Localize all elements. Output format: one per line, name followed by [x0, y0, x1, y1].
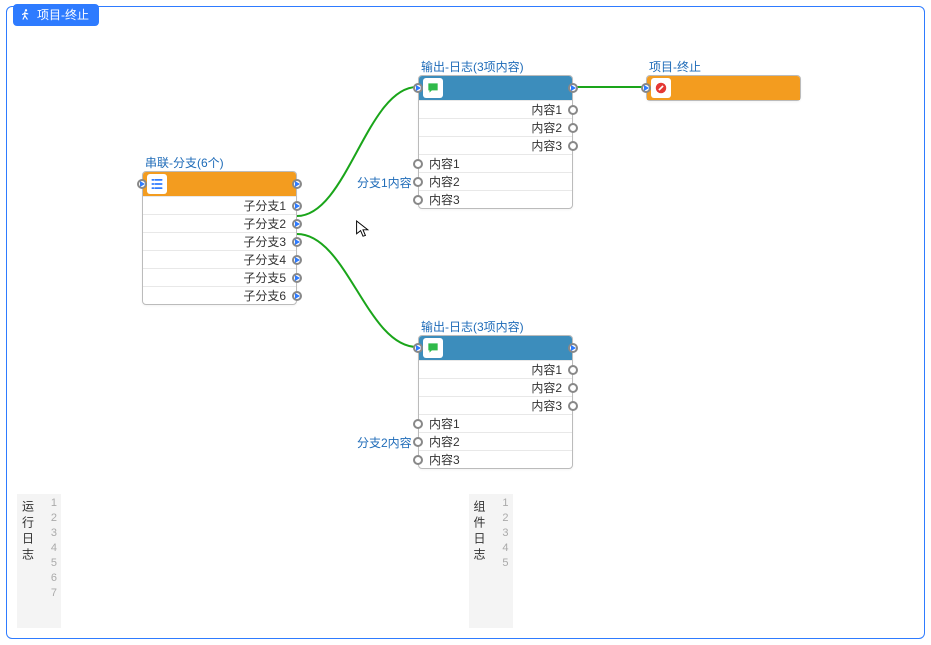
branch-port[interactable] [292, 273, 302, 283]
chat-icon [423, 78, 443, 98]
branch-port[interactable] [292, 255, 302, 265]
component-log-panel[interactable]: 组件日志 12345 [469, 494, 915, 628]
node-header[interactable] [647, 76, 800, 100]
output-port[interactable] [568, 83, 578, 93]
input-port[interactable] [641, 83, 651, 93]
branch-row[interactable]: 子分支3 [143, 232, 296, 250]
branch-port[interactable] [292, 219, 302, 229]
node-title: 输出-日志(3项内容) [419, 58, 524, 75]
node-serial-branch[interactable]: 串联-分支(6个) 子分支1 子分支2 子分支3 子分支4 子分支5 子分支6 [142, 171, 297, 305]
node-title: 串联-分支(6个) [143, 154, 224, 171]
node-project-terminate[interactable]: 项目-终止 [646, 75, 801, 101]
log-panels: 运行日志 1234567 组件日志 12345 [17, 494, 914, 628]
content-port[interactable] [568, 123, 578, 133]
run-log-panel[interactable]: 运行日志 1234567 [17, 494, 463, 628]
line-gutter: 1234567 [39, 494, 61, 628]
output-port[interactable] [568, 343, 578, 353]
content-row: 内容2 [419, 432, 572, 450]
branch-row[interactable]: 子分支5 [143, 268, 296, 286]
branch-row[interactable]: 子分支4 [143, 250, 296, 268]
node-title: 项目-终止 [647, 58, 701, 75]
component-log-label: 组件日志 [469, 494, 491, 628]
workflow-frame: 项目-终止 串联-分支(6个) 子分支1 子分支2 子分支3 子分支4 [6, 6, 925, 639]
content-port[interactable] [568, 383, 578, 393]
content-port[interactable] [568, 401, 578, 411]
content-row: 内容1 [419, 414, 572, 432]
output-port[interactable] [292, 179, 302, 189]
content-row: 内容2 [419, 378, 572, 396]
content-port[interactable] [413, 455, 423, 465]
content-port[interactable] [413, 419, 423, 429]
content-row: 内容1 [419, 360, 572, 378]
content-port[interactable] [413, 159, 423, 169]
node-title: 输出-日志(3项内容) [419, 318, 524, 335]
content-row: 内容3 [419, 190, 572, 208]
content-row: 内容3 [419, 450, 572, 468]
stop-icon [651, 78, 671, 98]
content-port[interactable] [568, 365, 578, 375]
content-row: 内容3 [419, 396, 572, 414]
node-log-output-2[interactable]: 输出-日志(3项内容) 内容1 内容2 内容3 内容1 内容2 内容3 分支2内… [418, 335, 573, 469]
node-header[interactable] [419, 336, 572, 360]
section-label: 分支2内容 [357, 434, 412, 451]
frame-title-tab: 项目-终止 [13, 4, 99, 26]
node-log-output-1[interactable]: 输出-日志(3项内容) 内容1 内容2 内容3 内容1 内容2 内容3 分支1内… [418, 75, 573, 209]
mouse-cursor-icon [355, 219, 371, 239]
branch-port[interactable] [292, 291, 302, 301]
content-row: 内容3 [419, 136, 572, 154]
log-body[interactable] [61, 494, 463, 628]
branch-row[interactable]: 子分支6 [143, 286, 296, 304]
diagram-canvas[interactable]: 串联-分支(6个) 子分支1 子分支2 子分支3 子分支4 子分支5 子分支6 … [7, 27, 924, 487]
frame-title: 项目-终止 [37, 4, 89, 26]
list-icon [147, 174, 167, 194]
run-log-label: 运行日志 [17, 494, 39, 628]
input-port[interactable] [413, 343, 423, 353]
branch-port[interactable] [292, 237, 302, 247]
content-row: 内容2 [419, 172, 572, 190]
node-header[interactable] [143, 172, 296, 196]
content-port[interactable] [568, 105, 578, 115]
content-port[interactable] [413, 437, 423, 447]
content-port[interactable] [413, 195, 423, 205]
section-label: 分支1内容 [357, 174, 412, 191]
content-port[interactable] [413, 177, 423, 187]
branch-row[interactable]: 子分支1 [143, 196, 296, 214]
line-gutter: 12345 [491, 494, 513, 628]
branch-row[interactable]: 子分支2 [143, 214, 296, 232]
chat-icon [423, 338, 443, 358]
input-port[interactable] [413, 83, 423, 93]
walk-icon [19, 8, 33, 22]
content-row: 内容2 [419, 118, 572, 136]
content-row: 内容1 [419, 100, 572, 118]
log-body[interactable] [513, 494, 915, 628]
content-row: 内容1 [419, 154, 572, 172]
content-port[interactable] [568, 141, 578, 151]
node-header[interactable] [419, 76, 572, 100]
branch-port[interactable] [292, 201, 302, 211]
input-port[interactable] [137, 179, 147, 189]
